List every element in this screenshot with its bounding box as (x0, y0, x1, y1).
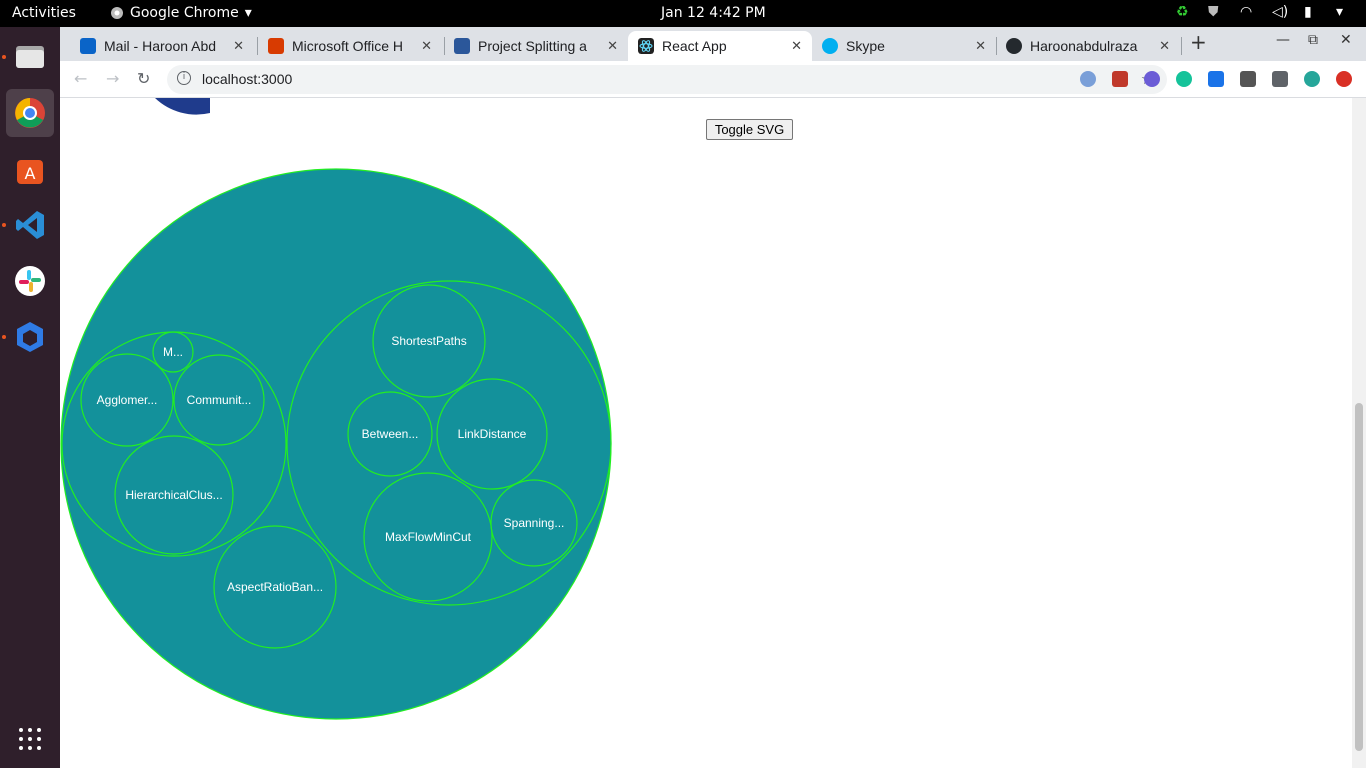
circle-label: Spanning... (504, 516, 565, 530)
close-window-button[interactable]: ✕ (1340, 32, 1352, 48)
tab-separator (1181, 37, 1182, 55)
circle-label: ShortestPaths (391, 334, 466, 348)
react-icon (638, 38, 654, 54)
tab-react-app[interactable]: React App ✕ (628, 31, 812, 61)
recycle-icon[interactable]: ♻ (1176, 4, 1194, 22)
close-icon[interactable]: ✕ (607, 38, 618, 54)
outlook-icon (80, 38, 96, 54)
circle-label: AspectRatioBan... (227, 580, 323, 594)
circle-pack-chart: M... Agglomer... Communit... HierarchicalCl… (60, 168, 612, 720)
chrome-icon (111, 7, 123, 19)
close-icon[interactable]: ✕ (421, 38, 432, 54)
circle-label: Communit... (187, 393, 252, 407)
tab-title: React App (662, 38, 727, 54)
url-text[interactable]: localhost:3000 (202, 71, 292, 87)
hexagon-app-icon (17, 322, 43, 352)
circle-label: HierarchicalClus... (125, 488, 222, 502)
close-icon[interactable]: ✕ (975, 38, 986, 54)
circle-label: Between... (362, 427, 419, 441)
address-bar[interactable]: i localhost:3000 ☆ (167, 65, 1167, 94)
page-content: Toggle SVG M... Agglomer... Communit... Hie… (60, 98, 1366, 768)
reload-icon[interactable]: ↻ (137, 69, 150, 88)
power-menu-icon[interactable]: ▾ (1336, 4, 1354, 22)
update-icon[interactable] (1336, 71, 1352, 87)
wifi-icon[interactable]: ◠ (1240, 4, 1258, 22)
tab-mail[interactable]: Mail - Haroon Abd ✕ (70, 31, 254, 61)
vscode-icon (16, 211, 44, 239)
files-app[interactable] (6, 33, 54, 81)
tab-skype[interactable]: Skype ✕ (812, 31, 996, 61)
app-menu-label: Google Chrome (130, 5, 239, 21)
circle-label: Agglomer... (97, 393, 158, 407)
software-app[interactable]: A (6, 145, 54, 193)
browser-toolbar: ← → ↻ i localhost:3000 ☆ (60, 61, 1366, 98)
back-icon[interactable]: ← (74, 69, 87, 88)
tab-github[interactable]: Haroonabdulraza ✕ (996, 31, 1180, 61)
extension-icon[interactable] (1240, 71, 1256, 87)
activities-button[interactable]: Activities (12, 5, 76, 21)
svg-text:A: A (25, 164, 36, 183)
chrome-logo-icon (15, 98, 45, 128)
tab-word[interactable]: Project Splitting a ✕ (444, 31, 628, 61)
slack-app[interactable] (6, 257, 54, 305)
scrollbar[interactable] (1352, 98, 1366, 768)
dock: A (0, 27, 60, 768)
app-menu[interactable]: Google Chrome ▾ (110, 5, 252, 21)
puzzle-icon[interactable] (1272, 71, 1288, 87)
tab-strip: Mail - Haroon Abd ✕ Microsoft Office H ✕… (60, 27, 1366, 61)
new-tab-button[interactable]: + (1190, 30, 1207, 54)
extension-icon[interactable] (1144, 71, 1160, 87)
circle-label: MaxFlowMinCut (385, 530, 472, 544)
tab-title: Haroonabdulraza (1030, 38, 1138, 54)
tab-title: Microsoft Office H (292, 38, 403, 54)
tab-title: Mail - Haroon Abd (104, 38, 217, 54)
app-launcher-hex[interactable] (6, 313, 54, 361)
system-tray[interactable]: ♻ ⛊ ◠ ◁) ▮ ▾ (1176, 4, 1354, 22)
extension-icon[interactable] (1112, 71, 1128, 87)
tab-title: Project Splitting a (478, 38, 587, 54)
office-icon (268, 38, 284, 54)
extension-icon[interactable] (1080, 71, 1096, 87)
word-icon (454, 38, 470, 54)
close-icon[interactable]: ✕ (233, 38, 244, 54)
forward-icon[interactable]: → (106, 69, 119, 88)
circle-label: LinkDistance (458, 427, 527, 441)
show-applications[interactable] (6, 715, 54, 763)
slack-icon (15, 266, 45, 296)
minimize-button[interactable]: — (1276, 32, 1290, 48)
close-icon[interactable]: ✕ (1159, 38, 1170, 54)
close-icon[interactable]: ✕ (791, 38, 802, 54)
folder-icon (16, 46, 44, 68)
vscode-app[interactable] (6, 201, 54, 249)
site-info-icon[interactable]: i (177, 71, 191, 85)
tab-office[interactable]: Microsoft Office H ✕ (258, 31, 442, 61)
chrome-app[interactable] (6, 89, 54, 137)
extension-icon[interactable] (1208, 71, 1224, 87)
github-icon (1006, 38, 1022, 54)
chevron-down-icon: ▾ (244, 5, 252, 21)
battery-icon[interactable]: ▮ (1304, 4, 1322, 22)
software-center-icon: A (17, 160, 43, 184)
restore-button[interactable]: ⧉ (1308, 32, 1318, 48)
circle-label: M... (163, 345, 183, 359)
profile-avatar[interactable] (1304, 71, 1320, 87)
grammarly-icon[interactable] (1176, 71, 1192, 87)
shield-icon[interactable]: ⛊ (1208, 4, 1226, 22)
volume-icon[interactable]: ◁) (1272, 4, 1290, 22)
tab-title: Skype (846, 38, 885, 54)
skype-icon (822, 38, 838, 54)
scrollbar-thumb[interactable] (1355, 403, 1363, 751)
system-top-bar: Activities Google Chrome ▾ Jan 12 4:42 P… (0, 0, 1366, 27)
clock[interactable]: Jan 12 4:42 PM (661, 5, 766, 21)
app-grid-icon (19, 728, 41, 750)
